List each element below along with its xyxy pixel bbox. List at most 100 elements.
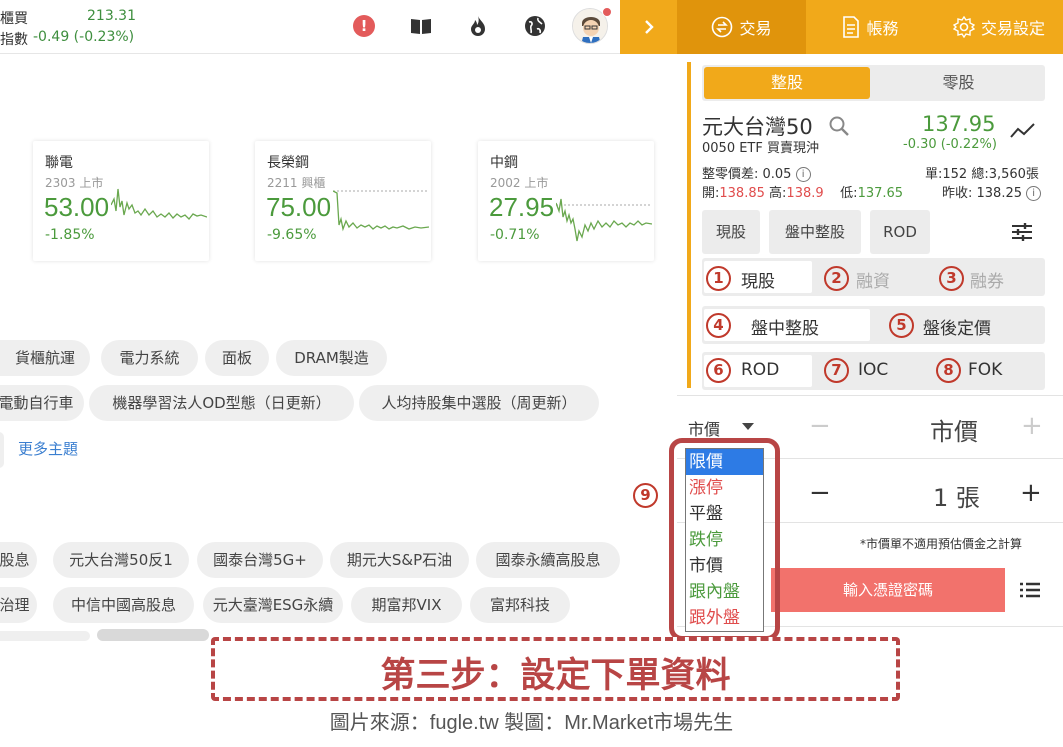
card-stock-code: 2303 上市 [45,176,104,190]
spread-info: 整零價差: 0.05 i [702,163,811,182]
segment-odd-lot[interactable]: 零股 [874,67,1043,99]
etf-chip[interactable]: 期元大S&P石油 [330,542,469,578]
sparkline-chart [111,188,207,220]
etf-chip[interactable]: 富邦科技 [470,587,570,623]
list-icon[interactable] [1020,582,1040,598]
step-marker: 3 [939,266,964,291]
ticker-label-2: 指數 [0,32,28,48]
time-in-force-rod-button[interactable]: ROD [870,210,930,254]
price-plus-button[interactable]: + [1021,411,1043,441]
fire-icon[interactable] [465,13,491,39]
book-icon[interactable] [408,13,434,39]
image-credit: 圖片來源：fugle.tw 製圖：Mr.Market市場先生 [329,712,734,734]
card-stock-price: 75.00 [266,192,332,222]
qty-plus-button[interactable]: + [1020,478,1042,508]
ohl-info: 開:138.85 高:138.9 低:137.65 [702,186,904,201]
expand-arrow-button[interactable] [620,0,677,54]
trade-tab-bar: 交易 帳務 交易設定 [677,0,1063,54]
enter-cert-password-button[interactable]: 輸入憑證密碼 [771,568,1005,612]
card-stock-code: 2002 上市 [490,176,549,190]
etf-chip[interactable]: 股息 [0,542,37,578]
prev-close-text: 昨收: 138.25 [942,186,1022,201]
info-icon[interactable]: i [795,167,811,182]
globe-icon[interactable] [522,13,548,39]
chevron-down-icon[interactable] [742,423,754,430]
trend-chart-icon[interactable] [1010,122,1036,140]
card-stock-change: -9.65% [267,227,317,243]
open-value: 138.85 [719,186,765,201]
step-marker: 4 [706,313,731,338]
prev-close-info: 昨收: 138.25 i [942,182,1042,201]
card-stock-change: -0.71% [490,227,540,243]
theme-chip[interactable]: 機器學習法人OD型態（日更新） [89,385,354,421]
etf-chip[interactable]: 元大臺灣ESG永續 [203,587,343,623]
tif-ioc[interactable]: IOC [858,360,888,380]
step-marker: 8 [936,358,961,383]
card-stock-name: 聯電 [45,155,73,171]
trade-type-short[interactable]: 融券 [970,267,1004,292]
search-icon[interactable] [828,115,850,137]
etf-chip[interactable]: 期富邦VIX [351,587,462,623]
tif-rod[interactable]: ROD [741,360,779,380]
top-bar: 櫃買 213.31 指數 -0.49 (-0.23%) ! [0,0,677,54]
etf-chip[interactable]: 元大台灣50反1 [53,542,189,578]
stock-card[interactable]: 長榮鋼 2211 興櫃 75.00 -9.65% [255,141,431,261]
gear-icon [952,16,975,38]
open-label: 開: [702,186,720,201]
notification-dot [602,7,612,17]
theme-chip[interactable]: DRAM製造 [276,340,387,376]
more-themes-link[interactable]: 更多主題 [18,438,78,459]
etf-chip[interactable]: 中信中國高股息 [53,587,194,623]
theme-chip[interactable]: 電力系統 [101,340,198,376]
etf-chip[interactable]: 治理 [0,587,37,623]
ticker-value-2: -0.49 (-0.23%) [33,29,135,45]
sparkline-chart [333,190,429,232]
stock-card[interactable]: 中鋼 2002 上市 27.95 -0.71% [478,141,654,261]
price-value[interactable]: 市價 [930,412,978,447]
trade-type-cash[interactable]: 現股 [741,267,775,292]
tif-fok[interactable]: FOK [968,360,1002,380]
session-after-hours[interactable]: 盤後定價 [923,314,991,339]
tab-account-label: 帳務 [866,19,899,38]
ticker-value-1: 213.31 [87,8,136,24]
lot-type-segment: 整股 零股 [702,65,1045,101]
theme-chip[interactable]: 面板 [205,340,269,376]
alert-icon[interactable]: ! [351,13,377,39]
price-minus-button[interactable]: − [809,411,831,441]
session-intraday[interactable]: 盤中整股 [751,314,819,339]
tab-account[interactable]: 帳務 [806,0,935,54]
etf-chip[interactable]: 國泰台灣5G+ [197,542,323,578]
volume-info: 單:152 總:3,560張 [925,167,1039,182]
stock-subtitle: 0050 ETF 買賣現沖 [702,141,819,156]
theme-chip[interactable]: 人均持股集中選股（周更新） [359,385,599,421]
sliders-icon[interactable] [1011,222,1033,242]
segment-whole-lot[interactable]: 整股 [704,67,870,99]
trade-type-margin[interactable]: 融資 [856,267,890,292]
price-type-select[interactable]: 市價 [688,416,720,440]
qty-minus-button[interactable]: − [809,478,831,508]
tab-trade[interactable]: 交易 [677,0,806,54]
order-type-cash-button[interactable]: 現股 [702,210,760,254]
etf-chip[interactable]: 國泰永續高股息 [476,542,620,578]
session-intraday-button[interactable]: 盤中整股 [769,210,861,254]
more-chip-edge [0,432,4,468]
ticker-label-1: 櫃買 [0,11,28,27]
step-banner-text: 第三步：設定下單資料 [380,656,731,696]
sparkline-chart [556,198,652,242]
card-stock-price: 27.95 [489,192,555,222]
info-icon[interactable]: i [1026,186,1042,201]
card-stock-code: 2211 興櫃 [267,176,326,190]
stock-card[interactable]: 聯電 2303 上市 53.00 -1.85% [33,141,209,261]
theme-chip[interactable]: 貨櫃航運 [0,340,90,376]
document-icon [843,16,860,38]
theme-chip[interactable]: 電動自行車 [0,385,84,421]
tab-trade-label: 交易 [739,19,772,38]
tab-settings[interactable]: 交易設定 [935,0,1063,54]
etf-chip-partial [0,631,90,641]
card-stock-name: 長榮鋼 [267,155,309,171]
quantity-value[interactable]: 1 張 [933,478,980,513]
panel-accent-border [687,62,691,388]
step-marker: 2 [824,266,849,291]
high-label: 高: [769,186,787,201]
market-order-note: *市價單不適用預估價金之計算 [860,537,1023,551]
